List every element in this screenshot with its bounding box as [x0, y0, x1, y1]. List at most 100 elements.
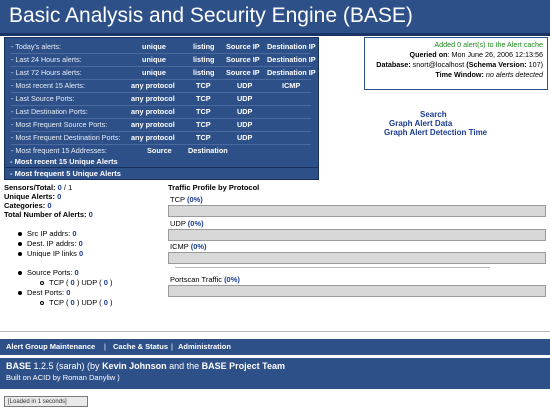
sensors-value[interactable]: 0 [58, 183, 62, 192]
base-version: 1.2.5 (sarah) [31, 361, 85, 371]
cache-status-link[interactable]: Cache & Status [113, 342, 168, 351]
portscan-profile-label: Portscan Traffic (0%) [170, 275, 240, 284]
nav-separator: | [171, 342, 173, 351]
today-unique-link[interactable]: unique [142, 42, 166, 51]
last24-listing-link[interactable]: listing [193, 55, 215, 64]
last-src-ports-tcp-link[interactable]: TCP [196, 94, 211, 103]
freq-addr-source-link[interactable]: Source [147, 146, 172, 155]
queried-label: Queried on [409, 50, 448, 59]
tcp-label: TCP [170, 195, 185, 204]
time-window: Time Window: no alerts detected [435, 70, 543, 79]
graph-alert-detection-time-link[interactable]: Graph Alert Detection Time [384, 128, 487, 137]
last24-source-ip-link[interactable]: Source IP [226, 55, 260, 64]
summary-row-freq-source-ports-label: - Most Frequent Source Ports: [11, 120, 108, 129]
credits-line: BASE 1.2.5 (sarah) (by Kevin Johnson and… [6, 361, 285, 371]
bullet-icon [18, 232, 22, 237]
time-window-value: no alerts detected [485, 70, 543, 79]
freq-src-ports-tcp-link[interactable]: TCP [196, 120, 211, 129]
last-dst-ports-tcp-link[interactable]: TCP [196, 107, 211, 116]
icmp-pct: (0%) [190, 242, 207, 251]
last72-destination-ip-link[interactable]: Destination IP [267, 68, 316, 77]
portscan-traffic-bar [168, 285, 546, 297]
and-text: and the [166, 361, 202, 371]
last-src-ports-udp-link[interactable]: UDP [237, 94, 252, 103]
nav-separator: | [104, 342, 106, 351]
close-paren: ) [110, 278, 113, 287]
total-alerts-label: Total Number of Alerts: [4, 210, 87, 219]
last-src-ports-any-link[interactable]: any protocol [131, 94, 175, 103]
most-frequent-unique-alerts-link[interactable]: - Most frequent 5 Unique Alerts [10, 169, 121, 180]
today-destination-ip-link[interactable]: Destination IP [267, 42, 316, 51]
last72-listing-link[interactable]: listing [193, 68, 215, 77]
today-source-ip-link[interactable]: Source IP [226, 42, 260, 51]
most-recent-unique-alerts-link[interactable]: - Most recent 15 Unique Alerts [10, 157, 118, 168]
database-label: Database: [376, 60, 411, 69]
icmp-traffic-bar [168, 252, 546, 264]
divider [0, 331, 550, 332]
src-ip-label: Src IP addrs: [27, 229, 71, 238]
unique-alerts-value[interactable]: 0 [57, 192, 61, 201]
udp-profile-label: UDP (0%) [170, 219, 204, 228]
by-text: (by [84, 361, 103, 371]
recent15-any-protocol-link[interactable]: any protocol [131, 81, 175, 90]
last-dst-ports-udp-link[interactable]: UDP [237, 107, 252, 116]
summary-row-72h-label: - Last 72 Hours alerts: [11, 68, 82, 77]
bullet-icon [40, 281, 44, 286]
graph-alert-data-link[interactable]: Graph Alert Data [389, 119, 452, 128]
team-link[interactable]: BASE Project Team [202, 361, 285, 371]
freq-dst-ports-any-link[interactable]: any protocol [131, 133, 175, 142]
time-window-label: Time Window: [435, 70, 484, 79]
freq-src-ports-udp-link[interactable]: UDP [237, 120, 252, 129]
summary-row-last-dest-ports-label: - Last Destination Ports: [11, 107, 88, 116]
total-alerts: Total Number of Alerts: 0 [4, 210, 93, 219]
today-listing-link[interactable]: listing [193, 42, 215, 51]
recent15-tcp-link[interactable]: TCP [196, 81, 211, 90]
author-link[interactable]: Kevin Johnson [102, 361, 167, 371]
alert-group-maintenance-link[interactable]: Alert Group Maintenance [6, 342, 95, 351]
sensors-total: Sensors/Total: 0 / 1 [4, 183, 73, 192]
recent15-icmp-link[interactable]: ICMP [282, 81, 300, 90]
dst-tcp-value[interactable]: 0 [71, 298, 75, 307]
unique-ip-label: Unique IP links [27, 249, 77, 258]
freq-src-ports-any-link[interactable]: any protocol [131, 120, 175, 129]
bullet-icon [18, 242, 22, 247]
last24-unique-link[interactable]: unique [142, 55, 166, 64]
src-ip-value[interactable]: 0 [72, 229, 76, 238]
categories-value[interactable]: 0 [47, 201, 51, 210]
unique-ip-value[interactable]: 0 [79, 249, 83, 258]
source-ports-value[interactable]: 0 [75, 268, 79, 277]
freq-dst-ports-tcp-link[interactable]: TCP [196, 133, 211, 142]
udp-traffic-bar [168, 229, 546, 241]
search-link[interactable]: Search [420, 110, 447, 119]
src-tcp-value[interactable]: 0 [71, 278, 75, 287]
sensors-label: Sensors/Total: [4, 183, 56, 192]
footer-credits: BASE 1.2.5 (sarah) (by Kevin Johnson and… [0, 358, 550, 389]
total-alerts-value[interactable]: 0 [89, 210, 93, 219]
freq-addr-destination-link[interactable]: Destination [188, 146, 228, 155]
dest-ports-value[interactable]: 0 [66, 288, 70, 297]
summary-row-recent15-label: - Most recent 15 Alerts: [11, 81, 85, 90]
dest-ports-breakdown: TCP ( 0 ) UDP ( 0 ) [40, 298, 113, 307]
administration-link[interactable]: Administration [178, 342, 231, 351]
dst-udp-value[interactable]: 0 [104, 298, 108, 307]
dest-ip-label: Dest. IP addrs: [27, 239, 77, 248]
last72-source-ip-link[interactable]: Source IP [226, 68, 260, 77]
freq-dst-ports-udp-link[interactable]: UDP [237, 133, 252, 142]
page-title: Basic Analysis and Security Engine (BASE… [9, 4, 413, 27]
tcp-traffic-bar [168, 205, 546, 217]
schema-label: (Schema Version: [466, 60, 527, 69]
dest-ip-value[interactable]: 0 [79, 239, 83, 248]
portscan-label: Portscan Traffic [170, 275, 222, 284]
unique-alerts: Unique Alerts: 0 [4, 192, 61, 201]
last-dst-ports-any-link[interactable]: any protocol [131, 107, 175, 116]
recent15-udp-link[interactable]: UDP [237, 81, 252, 90]
unique-ip-links: Unique IP links 0 [18, 249, 83, 258]
src-udp-value[interactable]: 0 [104, 278, 108, 287]
unique-alerts-label: Unique Alerts: [4, 192, 55, 201]
dest-ip-addrs: Dest. IP addrs: 0 [18, 239, 83, 248]
built-on-acid: Built on ACID by Roman Danyliw ) [6, 373, 120, 382]
tcp-profile-label: TCP (0%) [170, 195, 203, 204]
last24-destination-ip-link[interactable]: Destination IP [267, 55, 316, 64]
last72-unique-link[interactable]: unique [142, 68, 166, 77]
udp-label: UDP [170, 219, 186, 228]
